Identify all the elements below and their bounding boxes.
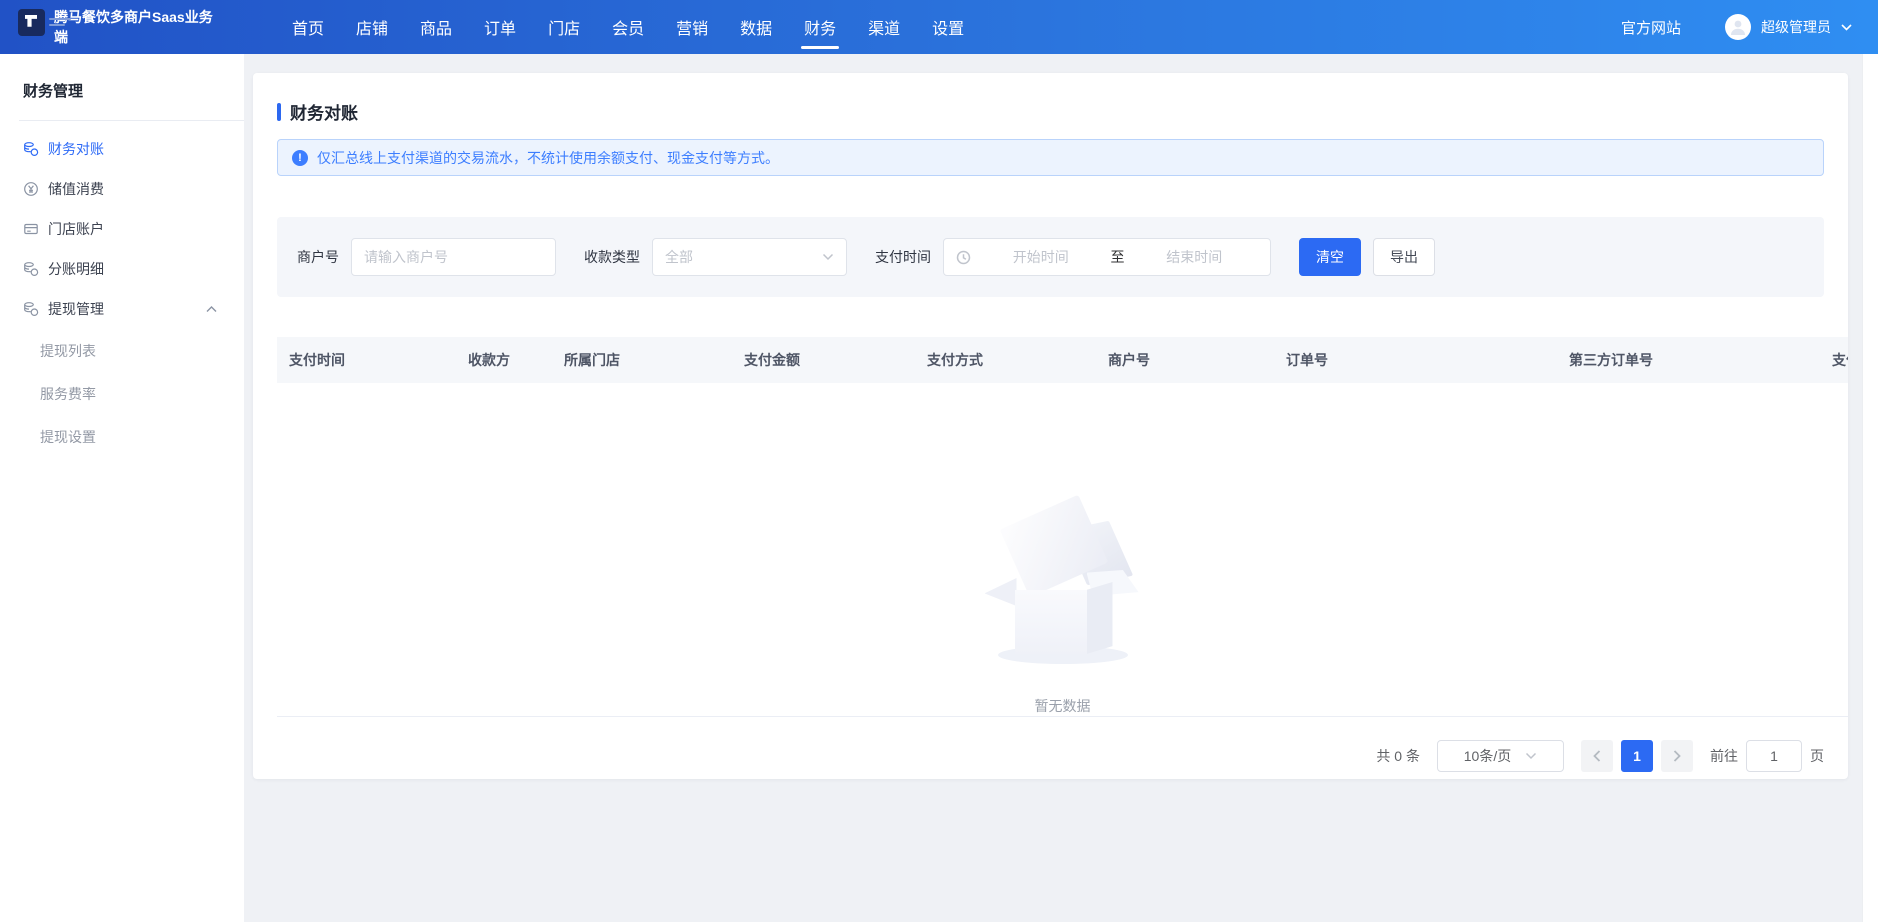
chevron-right-icon (1673, 750, 1681, 762)
nav-item-marketing[interactable]: 营销 (660, 0, 724, 54)
card-icon (23, 221, 39, 237)
sidebar-item-label: 财务对账 (48, 139, 104, 159)
alert-text: 仅汇总线上支付渠道的交易流水，不统计使用余额支付、现金支付等方式。 (317, 148, 779, 168)
nav-item-home[interactable]: 首页 (276, 0, 340, 54)
payment-type-value: 全部 (665, 247, 693, 267)
coins-icon (23, 301, 39, 317)
yen-circle-icon (23, 181, 39, 197)
goto-label: 前往 (1710, 746, 1738, 766)
sidebar-subitem-withdraw-settings[interactable]: 提现设置 (40, 415, 137, 458)
sidebar-item-finance-reconciliation[interactable]: 财务对账 (0, 129, 244, 169)
payment-type-label: 收款类型 (584, 247, 640, 267)
nav-item-settings[interactable]: 设置 (916, 0, 980, 54)
nav-item-stores[interactable]: 门店 (532, 0, 596, 54)
nav-item-members[interactable]: 会员 (596, 0, 660, 54)
logo-glyph-icon (25, 15, 37, 27)
payment-time-label: 支付时间 (875, 247, 931, 267)
sidebar-item-label: 储值消费 (48, 179, 104, 199)
nav-item-data[interactable]: 数据 (724, 0, 788, 54)
page-size-select[interactable]: 10条/页 (1437, 740, 1564, 772)
end-time-placeholder[interactable]: 结束时间 (1131, 247, 1259, 267)
top-navbar: 腾马餐饮多商户Saas业务端 首页 店铺 商品 订单 门店 会员 营销 数据 财… (0, 0, 1878, 54)
sidebar-divider (19, 120, 244, 121)
main-nav: 首页 店铺 商品 订单 门店 会员 营销 数据 财务 渠道 设置 (276, 0, 980, 54)
title-accent-bar (277, 103, 281, 121)
filter-bar: 商户号 收款类型 全部 支付时间 开始时间 至 结束时间 清空 (277, 217, 1824, 297)
chevron-down-icon (1525, 752, 1537, 760)
table-header-row: 支付时间 收款方 所属门店 支付金额 支付方式 商户号 订单号 第三方订单号 支… (277, 337, 1848, 383)
official-site-link[interactable]: 官方网站 (1621, 17, 1681, 38)
empty-text: 暂无数据 (1035, 696, 1091, 716)
app-title: 腾马餐饮多商户Saas业务端 (54, 7, 222, 48)
payment-time-range-picker[interactable]: 开始时间 至 结束时间 (943, 238, 1271, 276)
start-time-placeholder[interactable]: 开始时间 (977, 247, 1105, 267)
app-logo-icon (18, 9, 45, 36)
clear-button[interactable]: 清空 (1299, 238, 1361, 276)
sidebar-title: 财务管理 (0, 54, 244, 101)
coins-icon (23, 141, 39, 157)
content-card: 财务对账 仅汇总线上支付渠道的交易流水，不统计使用余额支付、现金支付等方式。 商… (253, 73, 1848, 779)
merchant-id-input[interactable] (364, 249, 543, 265)
nav-item-goods[interactable]: 商品 (404, 0, 468, 54)
scrollbar-track[interactable] (1862, 54, 1878, 922)
sidebar-submenu: 提现列表 服务费率 提现设置 (0, 329, 220, 458)
merchant-id-field[interactable] (351, 238, 556, 276)
page-unit-label: 页 (1810, 746, 1824, 766)
sidebar: 财务管理 财务对账 储值消费 门店账户 (0, 54, 244, 922)
sidebar-item-store-account[interactable]: 门店账户 (0, 209, 244, 249)
col-store: 所属门店 (552, 350, 732, 370)
col-order-no: 订单号 (1274, 350, 1557, 370)
pagination: 共 0 条 10条/页 1 前往 页 (277, 717, 1824, 795)
sidebar-item-label: 提现管理 (48, 299, 104, 319)
brand[interactable]: 腾马餐饮多商户Saas业务端 (0, 7, 250, 48)
empty-state: 暂无数据 (277, 383, 1848, 717)
main-content: 财务对账 仅汇总线上支付渠道的交易流水，不统计使用余额支付、现金支付等方式。 商… (244, 54, 1878, 922)
coins-icon (23, 261, 39, 277)
col-merchant-id: 商户号 (1096, 350, 1274, 370)
nav-item-orders[interactable]: 订单 (468, 0, 532, 54)
user-icon (1728, 17, 1748, 37)
col-amount: 支付金额 (732, 350, 915, 370)
sidebar-subitem-withdraw-list[interactable]: 提现列表 (40, 329, 137, 372)
sidebar-item-label: 门店账户 (48, 219, 104, 239)
user-name[interactable]: 超级管理员 (1761, 17, 1831, 37)
col-third-party-order-no: 第三方订单号 (1557, 350, 1820, 370)
col-payment-clipped: 支付 (1820, 350, 1848, 370)
page-title: 财务对账 (290, 99, 358, 124)
empty-box-icon (983, 509, 1143, 664)
info-alert: 仅汇总线上支付渠道的交易流水，不统计使用余额支付、现金支付等方式。 (277, 139, 1824, 176)
nav-item-shop[interactable]: 店铺 (340, 0, 404, 54)
sidebar-subitem-service-rate[interactable]: 服务费率 (40, 372, 137, 415)
merchant-id-label: 商户号 (297, 247, 339, 267)
sidebar-item-withdraw-management[interactable]: 提现管理 (0, 289, 244, 329)
prev-page-button[interactable] (1581, 740, 1613, 772)
navbar-right: 官方网站 超级管理员 (1621, 14, 1878, 40)
page-size-value: 10条/页 (1464, 746, 1511, 766)
avatar[interactable] (1725, 14, 1751, 40)
chevron-up-icon[interactable] (206, 306, 217, 313)
goto-page-input[interactable] (1746, 740, 1802, 772)
info-icon (292, 150, 308, 166)
payment-type-select[interactable]: 全部 (652, 238, 847, 276)
col-payment-time: 支付时间 (277, 350, 456, 370)
chevron-down-icon (822, 253, 834, 261)
page-title-row: 财务对账 (277, 73, 1824, 124)
nav-item-channels[interactable]: 渠道 (852, 0, 916, 54)
export-button[interactable]: 导出 (1373, 238, 1435, 276)
time-range-separator: 至 (1111, 247, 1125, 267)
chevron-left-icon (1593, 750, 1601, 762)
nav-item-finance[interactable]: 财务 (788, 0, 852, 54)
sidebar-item-label: 分账明细 (48, 259, 104, 279)
current-page-button[interactable]: 1 (1621, 740, 1653, 772)
col-payee: 收款方 (456, 350, 552, 370)
chevron-down-icon[interactable] (1841, 24, 1852, 31)
col-payment-method: 支付方式 (915, 350, 1096, 370)
next-page-button[interactable] (1661, 740, 1693, 772)
sidebar-item-split-detail[interactable]: 分账明细 (0, 249, 244, 289)
sidebar-item-stored-value[interactable]: 储值消费 (0, 169, 244, 209)
clock-icon (956, 250, 971, 265)
total-count: 共 0 条 (1376, 746, 1420, 766)
